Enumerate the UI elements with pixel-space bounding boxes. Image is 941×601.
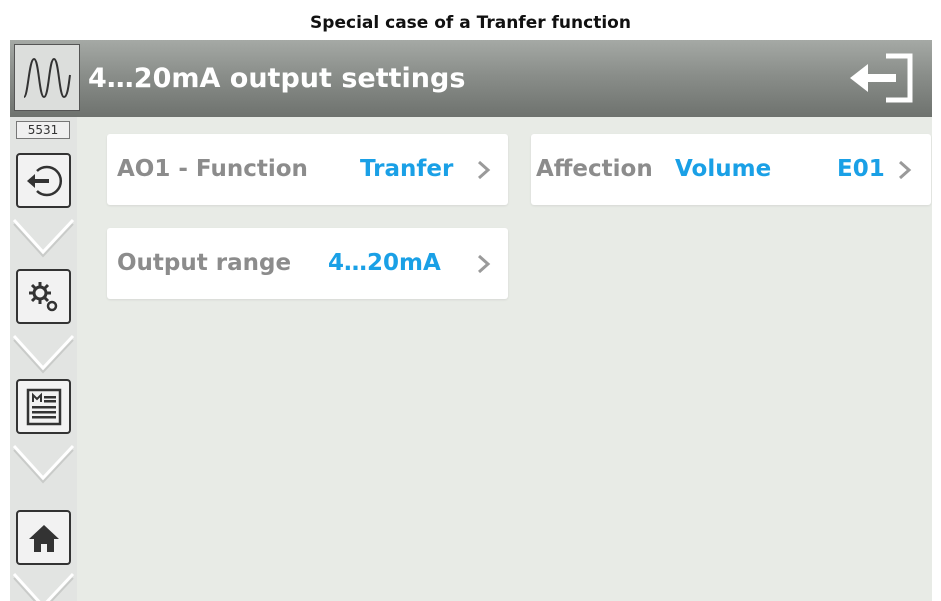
page-title: 4…20mA output settings [88,63,466,94]
chevron-down-icon [12,444,75,484]
chevron-right-icon [478,254,491,274]
output-range-label: Output range [117,250,292,276]
chevron-down-icon [12,334,75,374]
settings-button[interactable] [16,269,71,324]
output-range-value: 4…20mA [328,250,441,276]
affection-setting[interactable]: Affection Volume E01 [531,134,931,205]
affection-label: Affection [536,156,653,182]
screen-code: 5531 [16,121,70,139]
login-icon [27,165,63,197]
chevron-down-icon [12,572,75,601]
function-label: AO1 - Function [117,156,308,182]
title-bar: 4…20mA output settings [10,40,932,117]
gears-icon [29,282,58,312]
chevron-down-icon [12,218,75,258]
affection-code: E01 [837,156,885,182]
chevron-right-icon [478,160,491,180]
exit-button[interactable] [840,48,924,108]
chevron-right-icon [899,160,912,180]
sidebar: 5531 [10,117,77,601]
exit-icon [850,53,913,103]
figure-caption: Special case of a Tranfer function [310,13,631,33]
affection-value: Volume [675,156,772,182]
output-range-setting[interactable]: Output range 4…20mA [107,228,508,299]
home-icon [29,525,59,552]
device-screen: 4…20mA output settings 5531 AO1 - Functi… [10,40,932,601]
function-value: Tranfer [360,156,454,182]
home-button[interactable] [16,510,71,565]
login-button[interactable] [16,153,71,208]
sine-wave-icon [14,44,80,111]
menu-button[interactable] [16,379,71,434]
menu-document-icon [26,388,62,426]
function-setting[interactable]: AO1 - Function Tranfer [107,134,508,205]
